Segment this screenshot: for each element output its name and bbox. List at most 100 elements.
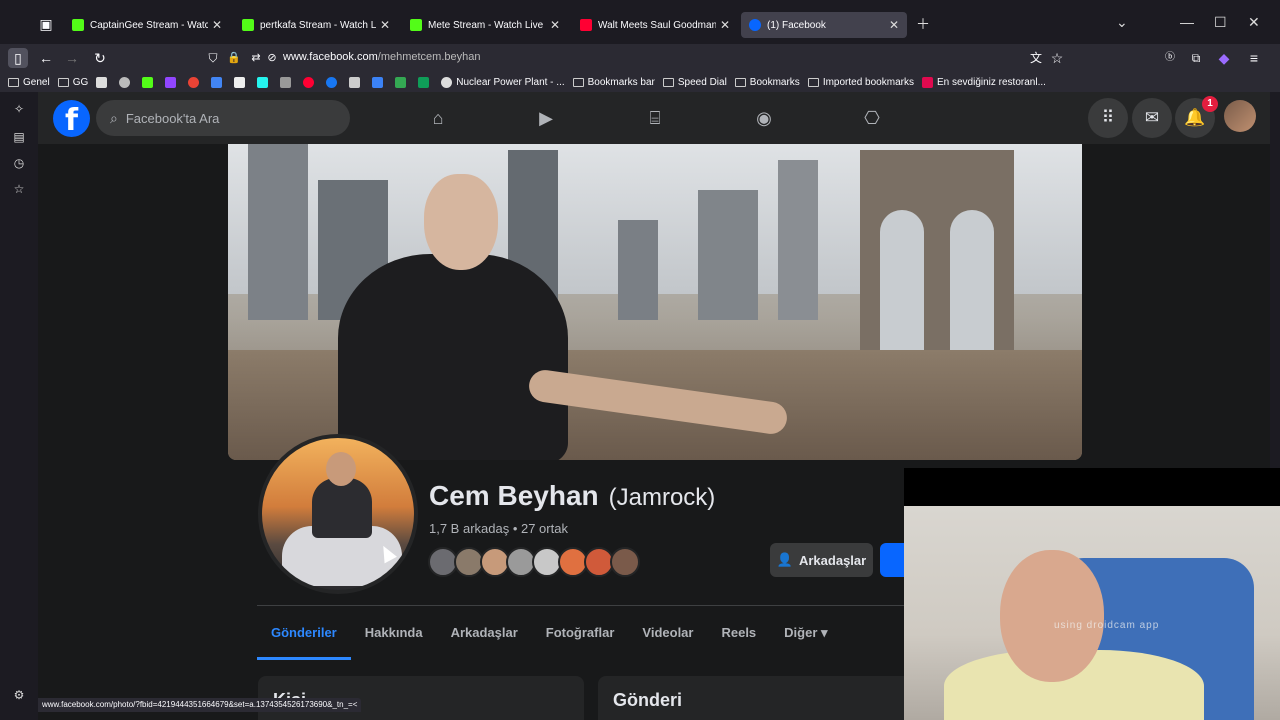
lock-icon[interactable]: 🔒 (224, 48, 244, 68)
friends-button-label: Arkadaşlar (798, 552, 867, 568)
browser-sidebar: ✧ ▤ ◷ ☆ ⚙ (0, 92, 38, 720)
tab-about[interactable]: Hakkında (351, 606, 437, 660)
history-icon[interactable]: ◷ (12, 156, 26, 170)
back-icon[interactable]: ← (36, 48, 56, 68)
close-tab-icon[interactable]: ✕ (380, 18, 390, 32)
bookmark-label: Nuclear Power Plant - ... (456, 76, 565, 88)
friend-avatar[interactable] (610, 547, 640, 577)
bookmark-site[interactable]: Nuclear Power Plant - ... (441, 76, 565, 88)
yemeksepeti-icon (921, 76, 933, 88)
browser-tab[interactable]: Mete Stream - Watch Live on K ✕ (402, 12, 568, 38)
webcam-watermark: using droidcam app (1054, 620, 1160, 631)
gaming-icon[interactable]: ⎔ (860, 106, 884, 130)
bookmark-google-icon[interactable] (188, 76, 203, 88)
sidebar-toggle-icon[interactable]: ▯ (8, 48, 28, 68)
folder-icon (662, 77, 674, 87)
bookmark-docs-icon[interactable] (211, 76, 226, 88)
profile-name-text: Cem Beyhan (429, 480, 599, 511)
bookmark-drive-icon[interactable] (395, 76, 410, 88)
bookmark-label: Speed Dial (677, 76, 727, 88)
extensions-icon[interactable]: ⧉ (1186, 48, 1206, 68)
bookmark-folder[interactable]: Genel (8, 77, 50, 88)
home-icon[interactable]: ⌂ (426, 106, 450, 130)
shield-icon[interactable]: ⛉ (203, 48, 223, 68)
tab-list-icon[interactable]: ▣ (36, 14, 56, 34)
settings-gear-icon[interactable]: ⚙ (12, 688, 26, 702)
tab-reels[interactable]: Reels (707, 606, 770, 660)
profile-friend-stats[interactable]: 1,7 B arkadaş • 27 ortak (429, 521, 568, 536)
tab-posts[interactable]: Gönderiler (257, 606, 351, 660)
facebook-logo-icon[interactable]: f (53, 100, 90, 138)
tab-overflow-chevron-icon[interactable]: ⌄ (1116, 14, 1128, 31)
browser-tab-active[interactable]: (1) Facebook ✕ (741, 12, 907, 38)
close-tab-icon[interactable]: ✕ (550, 18, 560, 32)
cover-building (778, 160, 818, 320)
bookmark-star-icon[interactable]: ☆ (1047, 48, 1067, 68)
browser-tab[interactable]: Walt Meets Saul Goodman For ✕ (572, 12, 738, 38)
browser-tab[interactable]: pertkafa Stream - Watch Live o ✕ (234, 12, 398, 38)
tab-more[interactable]: Diğer ▾ (770, 606, 841, 660)
close-tab-icon[interactable]: ✕ (720, 18, 730, 32)
bookmarks-star-icon[interactable]: ☆ (12, 182, 26, 196)
marketplace-icon[interactable]: ⌸ (643, 106, 667, 130)
menu-grid-icon[interactable]: ⠿ (1088, 98, 1128, 138)
reader-icon[interactable]: ▤ (12, 130, 26, 144)
browser-tab-bar: ▣ CaptainGee Stream - Watch Live ✕ pertk… (0, 0, 1280, 48)
cover-building (618, 220, 658, 320)
folder-icon (807, 77, 819, 87)
bookmark-chart-icon[interactable] (372, 76, 387, 88)
bookmark-tiktok-icon[interactable] (257, 76, 272, 88)
bookmark-folder[interactable]: Bookmarks bar (572, 77, 655, 88)
tab-videos[interactable]: Videolar (628, 606, 707, 660)
account-avatar[interactable] (1224, 100, 1256, 132)
cover-photo[interactable] (228, 144, 1082, 460)
minimize-icon[interactable]: — (1180, 14, 1194, 30)
camera-blocked-icon[interactable]: ⊘ (262, 48, 282, 68)
close-tab-icon[interactable]: ✕ (212, 18, 222, 32)
bookmark-kick-icon[interactable] (142, 76, 157, 88)
posts-card: Gönderi (598, 676, 938, 720)
close-tab-icon[interactable]: ✕ (889, 18, 899, 32)
bookmark-youtube-icon[interactable] (303, 76, 318, 88)
new-tab-icon[interactable]: ＋ (916, 14, 930, 34)
bookmark-sheets-icon[interactable] (418, 76, 433, 88)
bookmark-folder[interactable]: Imported bookmarks (807, 77, 914, 88)
messenger-icon[interactable]: ✉ (1132, 98, 1172, 138)
tab-title: Walt Meets Saul Goodman For (598, 19, 716, 31)
tab-photos[interactable]: Fotoğraflar (532, 606, 629, 660)
facebook-top-nav: f ⌕ Facebook'ta Ara ⌂ ▶ ⌸ ◉ ⎔ ⠿ ✉ 🔔 1 (38, 92, 1270, 144)
bookmark-site[interactable]: En sevdiğiniz restoranl... (921, 76, 1046, 88)
translate-icon[interactable]: 文 (1026, 48, 1046, 68)
reload-icon[interactable]: ↻ (90, 48, 110, 68)
facebook-search-input[interactable]: ⌕ Facebook'ta Ara (96, 100, 350, 136)
ai-sparkle-icon[interactable]: ✧ (12, 102, 26, 116)
cover-building (698, 190, 758, 320)
menu-hamburger-icon[interactable]: ≡ (1244, 48, 1264, 68)
extension-b-icon[interactable]: ⓑ (1160, 48, 1180, 68)
browser-nav-bar: ▯ ← → ↻ ⛉ 🔒 ⇄ ⊘ www.facebook.com/mehmetc… (0, 44, 1280, 72)
bookmark-m-icon[interactable] (349, 76, 364, 88)
bookmark-blue-icon[interactable] (326, 76, 341, 88)
url-field[interactable]: www.facebook.com/mehmetcem.beyhan (283, 51, 480, 63)
tab-title: (1) Facebook (767, 19, 826, 31)
browser-tab[interactable]: CaptainGee Stream - Watch Live ✕ (64, 12, 230, 38)
friends-button[interactable]: 👤 Arkadaşlar (770, 543, 873, 577)
bookmark-folder[interactable]: GG (57, 77, 88, 88)
groups-icon[interactable]: ◉ (752, 106, 776, 130)
bookmark-folder[interactable]: Speed Dial (662, 76, 727, 88)
bookmark-twitch-icon[interactable] (165, 76, 180, 88)
bookmark-folder[interactable]: Bookmarks (734, 77, 800, 88)
extension-purple-icon[interactable]: ◆ (1214, 48, 1234, 68)
bookmark-site-icon[interactable] (280, 76, 295, 88)
bookmark-db-icon[interactable] (96, 76, 111, 88)
profile-picture[interactable] (258, 434, 418, 594)
forward-icon[interactable]: → (62, 48, 82, 68)
maximize-icon[interactable]: ☐ (1214, 14, 1227, 31)
bookmark-chrome-icon[interactable] (119, 76, 134, 88)
close-window-icon[interactable]: ✕ (1248, 14, 1260, 31)
cover-person (338, 174, 789, 460)
tab-title: Mete Stream - Watch Live on K (428, 19, 546, 31)
video-icon[interactable]: ▶ (534, 106, 558, 130)
tab-friends[interactable]: Arkadaşlar (437, 606, 532, 660)
bookmark-x-icon[interactable] (234, 76, 249, 88)
